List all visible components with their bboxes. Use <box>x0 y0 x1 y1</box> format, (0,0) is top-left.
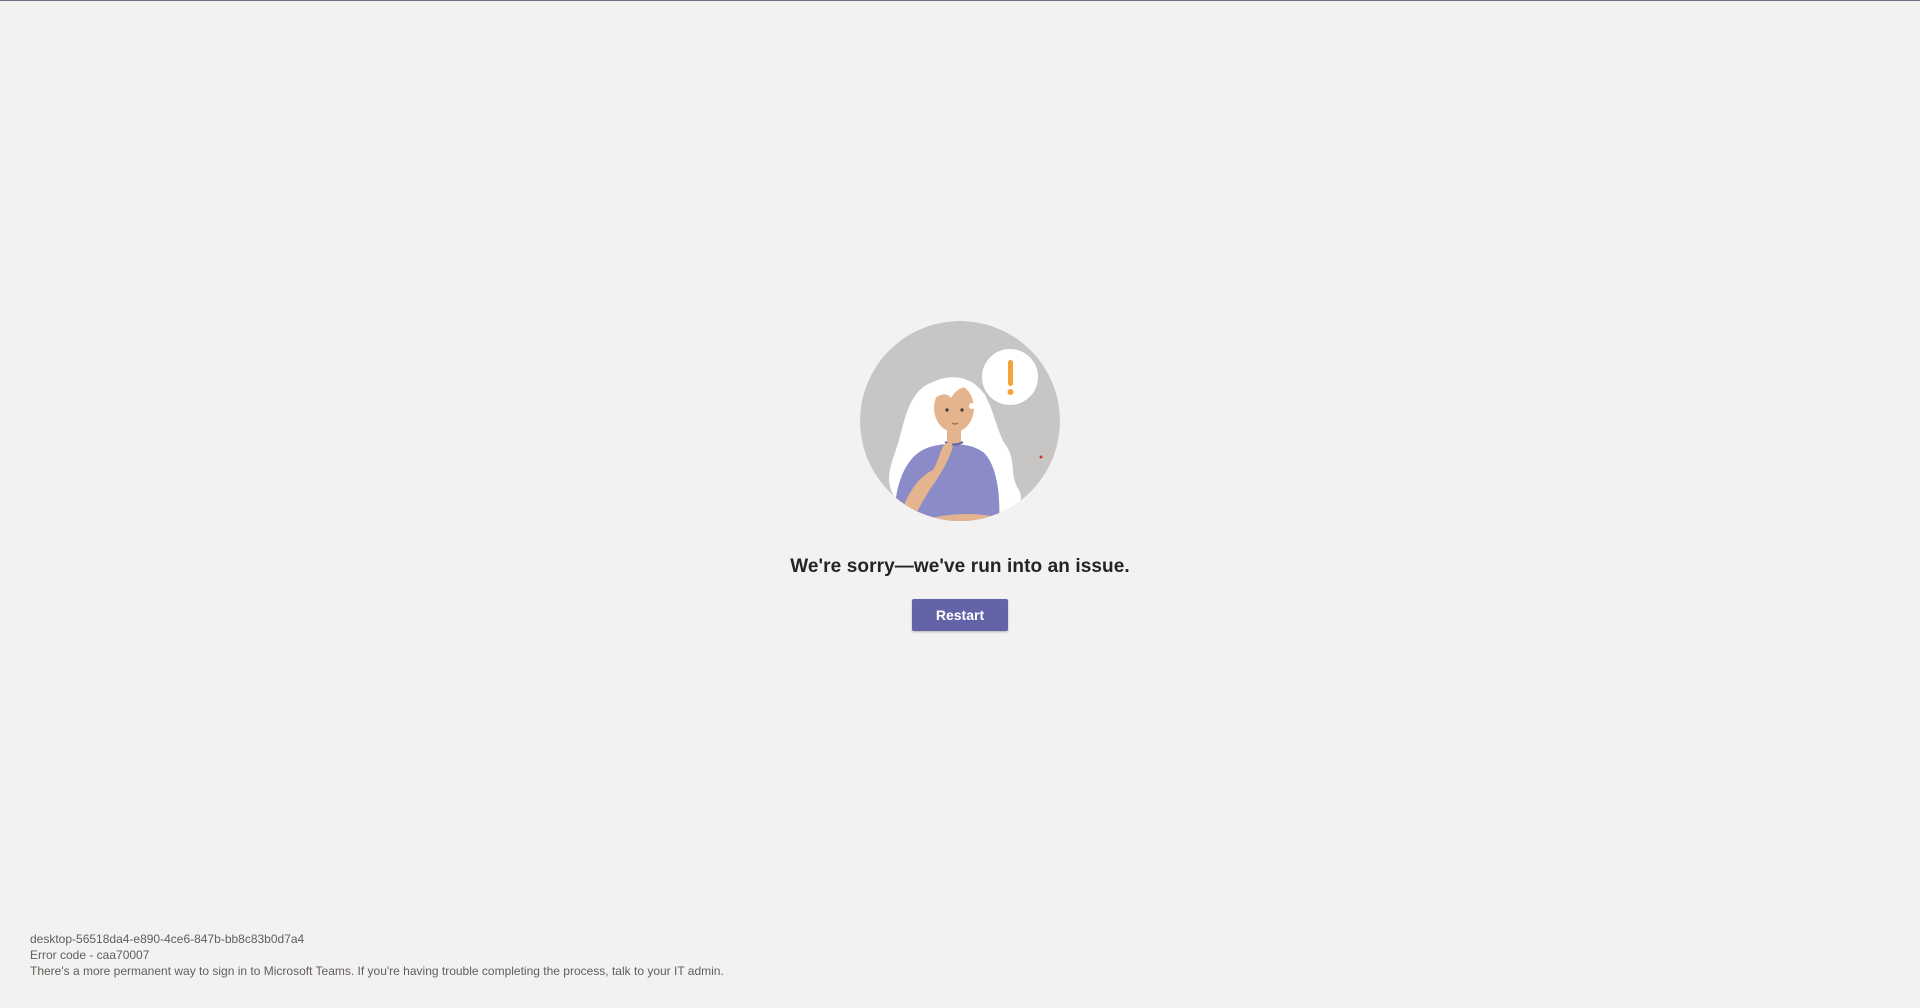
error-headline: We're sorry—we've run into an issue. <box>790 556 1130 577</box>
help-text: There's a more permanent way to sign in … <box>30 964 724 978</box>
error-code-text: Error code - caa70007 <box>30 948 150 962</box>
session-id-text: desktop-56518da4-e890-4ce6-847b-bb8c83b0… <box>30 932 305 946</box>
error-details: desktop-56518da4-e890-4ce6-847b-bb8c83b0… <box>30 931 724 979</box>
restart-button[interactable]: Restart <box>912 599 1008 631</box>
error-content: We're sorry—we've run into an issue. Res… <box>0 320 1920 631</box>
error-illustration <box>860 321 1060 521</box>
window-top-border <box>0 0 1920 1</box>
